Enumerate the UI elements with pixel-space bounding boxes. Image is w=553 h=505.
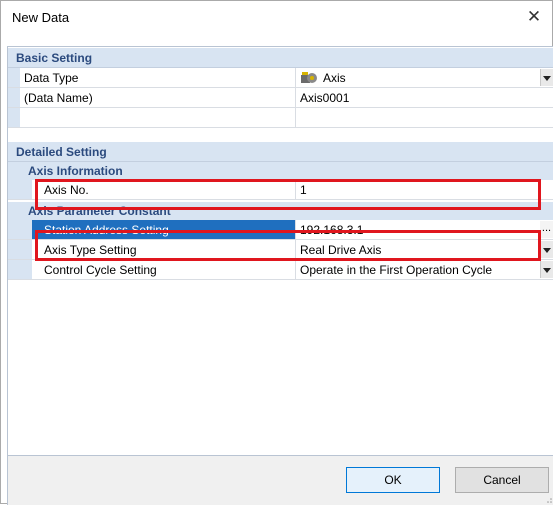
close-icon[interactable]: ✕ [522,5,546,29]
empty-value [296,108,553,127]
category-axis-parameter-constant-label: Axis Parameter Constant [28,204,171,218]
row-gutter [8,108,20,127]
title-bar: New Data ✕ [1,1,552,33]
row-gutter [8,220,32,239]
row-gutter [8,88,20,107]
category-axis-parameter-constant[interactable]: Axis Parameter Constant [8,202,553,220]
category-axis-information-label: Axis Information [28,164,123,178]
section-detailed-setting-label: Detailed Setting [16,145,107,159]
property-grid: Basic Setting Data Type Axis (Data Name)… [7,46,553,456]
axis-type-setting-value[interactable]: Real Drive Axis [296,240,553,259]
row-gutter [8,180,32,199]
row-gutter [8,240,32,259]
axis-no-label: Axis No. [32,180,296,199]
control-cycle-setting-value-text: Operate in the First Operation Cycle [300,263,493,277]
dialog-title: New Data [12,10,70,25]
data-name-value[interactable]: Axis0001 [296,88,553,107]
station-address-setting-value[interactable]: 192.168.3.1 ... [296,220,553,239]
ok-button[interactable]: OK [346,467,440,493]
axis-type-setting-value-text: Real Drive Axis [300,243,382,257]
data-type-label: Data Type [20,68,296,87]
section-detailed-setting[interactable]: Detailed Setting [8,142,553,162]
data-type-value[interactable]: Axis [296,68,553,87]
row-axis-type-setting[interactable]: Axis Type Setting Real Drive Axis [8,240,553,260]
control-cycle-setting-value[interactable]: Operate in the First Operation Cycle [296,260,553,279]
row-control-cycle-setting[interactable]: Control Cycle Setting Operate in the Fir… [8,260,553,280]
control-cycle-setting-label: Control Cycle Setting [32,260,296,279]
row-empty [8,108,553,128]
row-data-name[interactable]: (Data Name) Axis0001 [8,88,553,108]
row-axis-no[interactable]: Axis No. 1 [8,180,553,200]
data-name-label: (Data Name) [20,88,296,107]
new-data-dialog: New Data ✕ Basic Setting Data Type Axis [0,0,553,505]
control-cycle-dropdown-button[interactable] [540,261,553,278]
axis-no-value[interactable]: 1 [296,180,553,199]
section-basic-setting[interactable]: Basic Setting [8,48,553,68]
resize-grip-icon[interactable] [544,495,552,503]
axis-type-dropdown-button[interactable] [540,241,553,258]
station-address-ellipsis-button[interactable]: ... [540,221,553,238]
data-type-value-text: Axis [323,71,346,85]
station-address-setting-value-text: 192.168.3.1 [300,223,364,237]
station-address-setting-label: Station Address Setting [32,220,296,239]
data-type-dropdown-button[interactable] [540,69,553,86]
category-axis-information[interactable]: Axis Information [8,162,553,180]
cancel-button[interactable]: Cancel [455,467,549,493]
axis-type-setting-label: Axis Type Setting [32,240,296,259]
row-station-address-setting[interactable]: Station Address Setting 192.168.3.1 ... [8,220,553,240]
section-basic-setting-label: Basic Setting [16,51,93,65]
empty-label [20,108,296,127]
row-gutter [8,260,32,279]
row-gutter [8,68,20,87]
axis-icon [301,72,317,83]
dialog-footer: OK Cancel [7,456,553,505]
row-data-type[interactable]: Data Type Axis [8,68,553,88]
